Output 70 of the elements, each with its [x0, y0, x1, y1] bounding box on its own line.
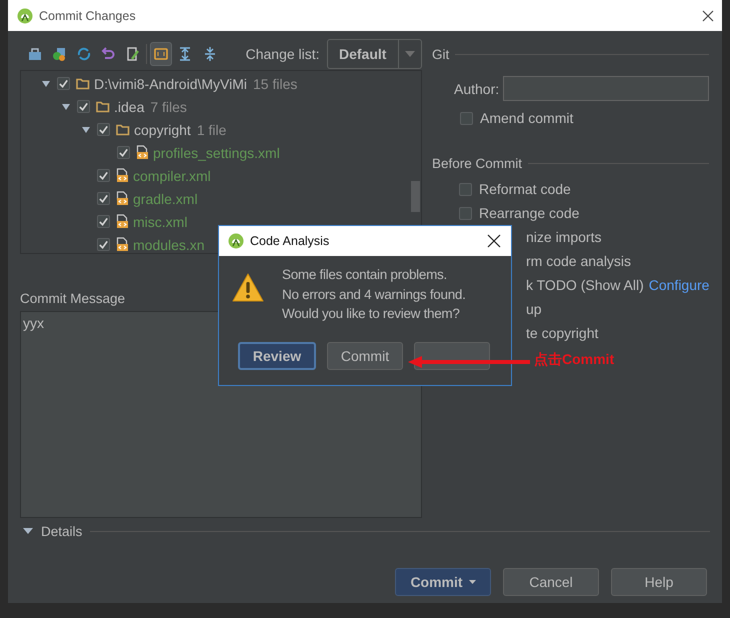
file-name[interactable]: compiler.xml	[133, 168, 211, 184]
window-title: Commit Changes	[39, 8, 136, 22]
commit-message-text: yyx	[23, 315, 44, 331]
option-label[interactable]: nize imports	[526, 229, 602, 245]
folder-name[interactable]: .idea	[114, 98, 144, 114]
checkbox[interactable]	[97, 169, 110, 182]
dialog-button[interactable]: Commit	[327, 342, 403, 370]
file-name[interactable]: misc.xml	[133, 214, 188, 230]
warning-icon	[232, 273, 264, 302]
option-label[interactable]: Rearrange code	[479, 205, 580, 221]
author-label: Author:	[454, 80, 500, 96]
file-name[interactable]: modules.xn	[133, 236, 205, 252]
option-label[interactable]: rm code analysis	[526, 253, 632, 269]
scrollbar-thumb[interactable]	[411, 181, 420, 212]
section-title: Before Commit	[432, 156, 522, 170]
file-count: 1 file	[196, 122, 226, 138]
dialog-title: Code Analysis	[250, 234, 330, 248]
file-count: 15 files	[253, 76, 298, 92]
checkbox[interactable]	[77, 100, 90, 113]
option-label[interactable]: up	[526, 301, 542, 317]
message-text: Some files contain problems.	[282, 266, 448, 284]
annotation-text: 点击Commit	[534, 351, 614, 369]
folder-icon	[96, 100, 110, 112]
option-label[interactable]: k TODO (Show All)	[526, 277, 644, 293]
author-field[interactable]	[503, 76, 710, 101]
option-label[interactable]: Reformat code	[479, 181, 571, 197]
checkbox[interactable]	[97, 192, 110, 205]
close-button[interactable]	[702, 10, 714, 22]
dialog-button[interactable]: Help	[611, 568, 707, 596]
details-label[interactable]: Details	[41, 524, 82, 538]
option-label[interactable]: te copyright	[526, 325, 598, 341]
checkbox[interactable]	[459, 182, 472, 196]
android-icon	[17, 8, 33, 24]
file-name[interactable]: gradle.xml	[133, 190, 198, 206]
xml-file-icon	[116, 191, 129, 206]
folder-icon	[76, 78, 90, 90]
xml-file-icon	[116, 168, 129, 183]
expand-arrow-icon[interactable]	[41, 78, 51, 88]
checkbox[interactable]	[97, 123, 110, 136]
android-icon	[228, 233, 244, 249]
section-title: Git	[432, 46, 450, 62]
review-button[interactable]: Review	[238, 342, 316, 370]
commit-message-label: Commit Message	[20, 291, 126, 306]
folder-name[interactable]: copyright	[134, 122, 191, 138]
dialog-button[interactable]: Commit	[395, 568, 491, 596]
change-list-label: Change list:	[246, 46, 320, 62]
folder-icon	[116, 124, 130, 136]
checkbox[interactable]	[97, 215, 110, 228]
file-count: 7 files	[150, 98, 187, 114]
message-text: No errors and 4 warnings found.	[282, 286, 466, 304]
checkbox[interactable]	[460, 112, 473, 124]
xml-file-icon	[136, 145, 149, 160]
change-list-dropdown[interactable]: Default	[326, 39, 422, 69]
file-name[interactable]: profiles_settings.xml	[153, 144, 280, 160]
xml-file-icon	[116, 237, 129, 252]
checkbox[interactable]	[459, 206, 472, 220]
checkbox[interactable]	[117, 146, 130, 159]
caret-icon[interactable]	[468, 580, 476, 584]
folder-name[interactable]: D:\vimi8-Android\MyViMi	[94, 76, 247, 92]
option-label[interactable]: Amend commit	[480, 110, 574, 126]
checkbox[interactable]	[57, 77, 70, 90]
collapse-arrow-icon[interactable]	[23, 527, 33, 535]
close-button[interactable]	[487, 234, 501, 248]
toolbar-icon[interactable]	[150, 42, 172, 66]
expand-arrow-icon[interactable]	[81, 124, 91, 134]
checkbox[interactable]	[97, 238, 110, 251]
expand-arrow-icon[interactable]	[61, 102, 71, 112]
dialog-button[interactable]: Cancel	[503, 568, 599, 596]
configure-link[interactable]: Configure	[648, 277, 710, 293]
xml-file-icon	[116, 214, 129, 229]
